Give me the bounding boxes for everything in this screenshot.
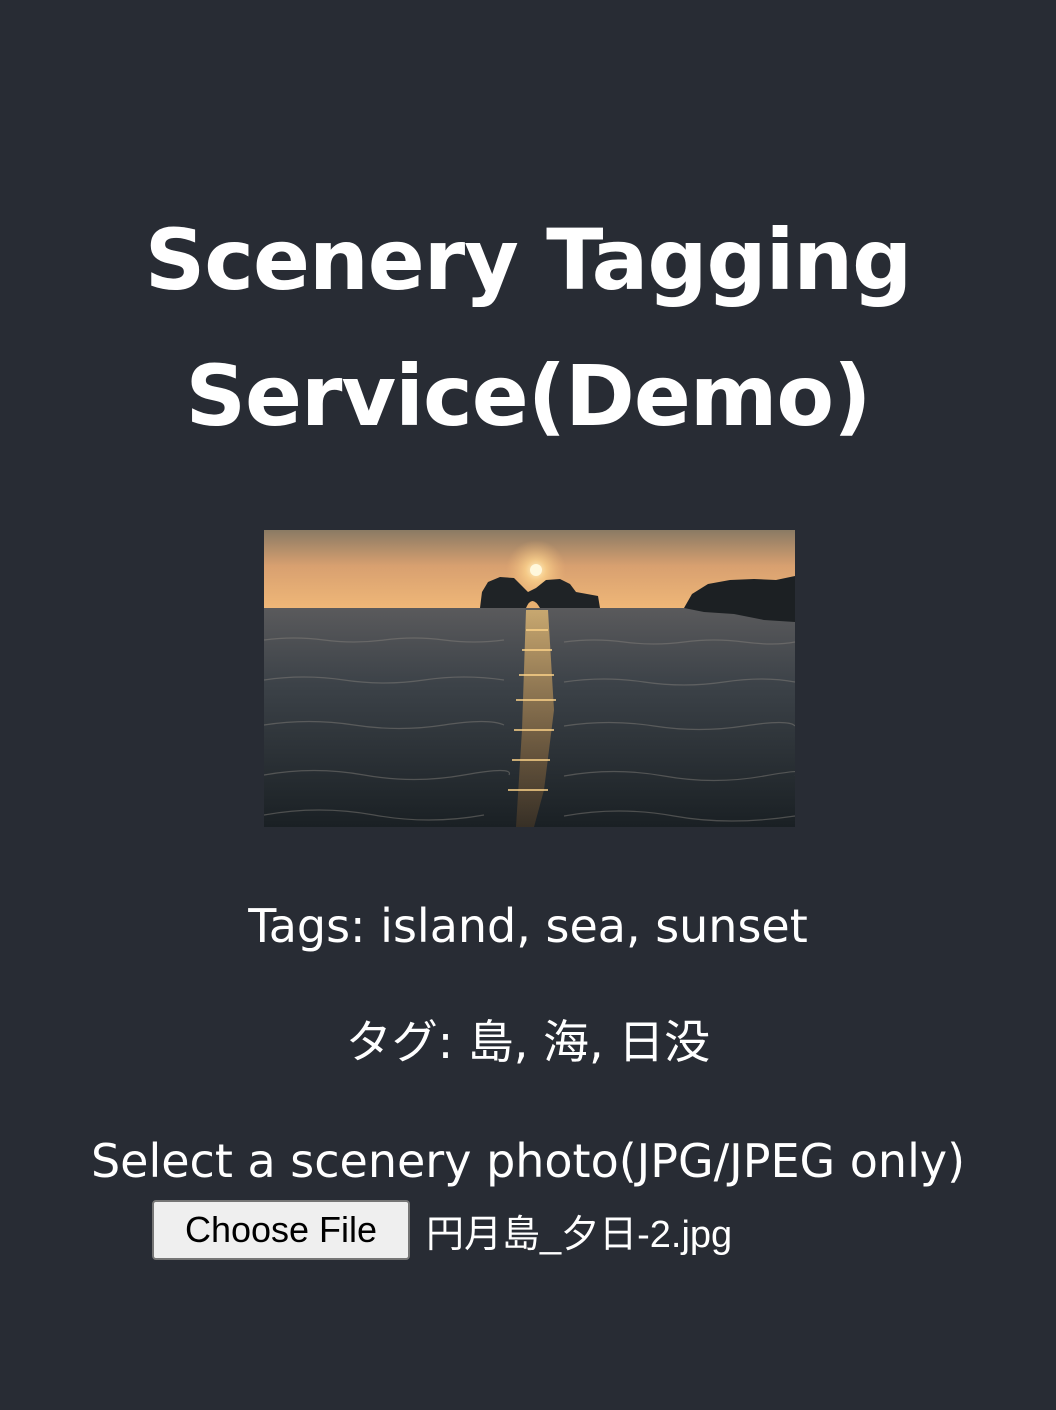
choose-file-button[interactable]: Choose File (152, 1200, 410, 1260)
app-container: Scenery Tagging Service(Demo) Tags: isla… (0, 0, 1056, 1410)
japanese-tags: タグ: 島, 海, 日没 (345, 1015, 711, 1069)
file-input[interactable]: Choose File 円月島_夕日-2.jpg (152, 1200, 732, 1260)
english-tags: Tags: island, sea, sunset (248, 899, 808, 953)
uploaded-photo (264, 530, 795, 827)
sunset-sea-image (264, 530, 795, 827)
selected-file-name: 円月島_夕日-2.jpg (426, 1213, 733, 1256)
page-title: Scenery Tagging Service(Demo) (144, 211, 913, 445)
upload-label: Select a scenery photo(JPG/JPEG only) (90, 1134, 966, 1188)
